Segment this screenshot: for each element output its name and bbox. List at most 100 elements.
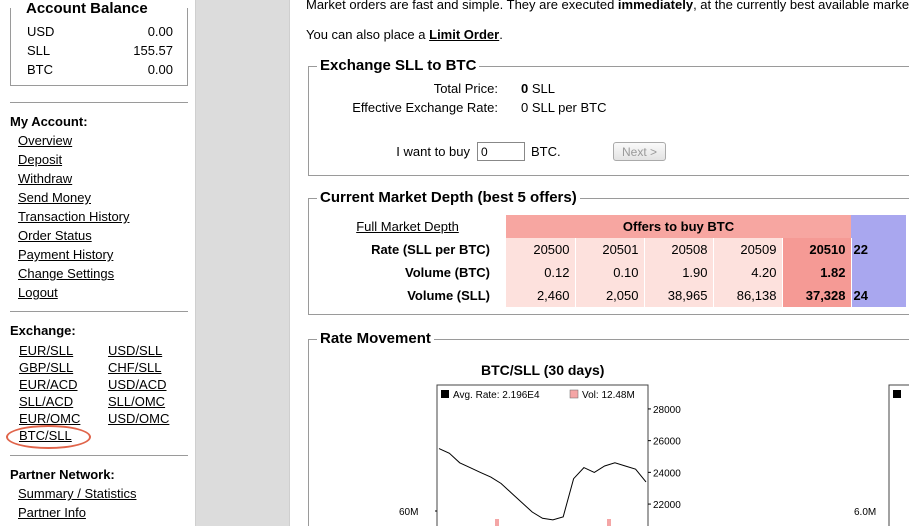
intro-text-part: You can also place a (306, 27, 430, 42)
depth-cell: 20500 (506, 238, 576, 261)
balance-amount: 0.00 (147, 62, 173, 77)
exchange-rate-value: 0 SLL per BTC (521, 100, 607, 115)
nav-summary-statistics[interactable]: Summary / Statistics (18, 486, 136, 501)
depth-cell: 1.90 (644, 261, 714, 284)
rate-movement-title: Rate Movement (317, 330, 434, 347)
my-account-heading: My Account: (10, 114, 88, 129)
nav-payment-history[interactable]: Payment History (18, 247, 113, 262)
y-tick-label: 28000 (653, 405, 681, 416)
row-label: Rate (SLL per BTC) (371, 242, 490, 257)
bid-cell: 24 (851, 284, 906, 307)
table-row: Full Market Depth Offers to buy BTC (309, 215, 906, 238)
y-tick-label: 22000 (653, 500, 681, 511)
nav-overview[interactable]: Overview (18, 133, 72, 148)
legend-rate-label: Avg. Rate: 2.196E4 (453, 390, 540, 401)
full-market-depth-link[interactable]: Full Market Depth (309, 215, 506, 238)
market-depth-table: Full Market Depth Offers to buy BTC Rate… (309, 215, 906, 307)
row-label: Volume (SLL) (407, 288, 490, 303)
pair-sll-omc[interactable]: SLL/OMC (108, 394, 165, 409)
depth-cell-best: 37,328 (782, 284, 852, 307)
highlight-ring (6, 425, 91, 449)
nav-withdraw[interactable]: Withdraw (18, 171, 72, 186)
nav-order-status[interactable]: Order Status (18, 228, 92, 243)
offers-to-buy-header: Offers to buy BTC (506, 215, 851, 238)
total-price-value: 0 SLL (521, 81, 555, 96)
main-content: Market orders are fast and simple. They … (289, 0, 909, 526)
exchange-form-box: Exchange SLL to BTC Total Price: 0 SLL E… (308, 57, 909, 176)
balance-currency: SLL (27, 43, 51, 58)
partner-network-heading: Partner Network: (10, 467, 115, 482)
depth-cell: 0.12 (506, 261, 576, 284)
depth-cell: 20501 (575, 238, 645, 261)
limit-order-text: You can also place a Limit Order. (306, 27, 503, 42)
table-row: Volume (BTC) 0.12 0.10 1.90 4.20 1.82 (309, 261, 906, 284)
nav-change-settings[interactable]: Change Settings (18, 266, 114, 281)
pair-eur-omc[interactable]: EUR/OMC (19, 411, 80, 426)
volume-bar (607, 519, 611, 526)
row-label: Volume (BTC) (405, 265, 490, 280)
chart-title: BTC/SLL (30 days) (481, 362, 605, 378)
nav-deposit[interactable]: Deposit (18, 152, 62, 167)
table-row: Rate (SLL per BTC) 20500 20501 20508 205… (309, 238, 906, 261)
nav-send-money[interactable]: Send Money (18, 190, 91, 205)
buy-amount-label: I want to buy (396, 144, 470, 159)
intro-text: Market orders are fast and simple. They … (306, 0, 909, 12)
depth-cell: 2,460 (506, 284, 576, 307)
y-tick-label: 26000 (653, 437, 681, 448)
market-depth-box: Current Market Depth (best 5 offers) Ful… (308, 189, 909, 315)
intro-text-part: , at the currently best available market (693, 0, 909, 12)
account-balance-title: Account Balance (23, 0, 151, 17)
divider (10, 102, 188, 103)
table-row: Volume (SLL) 2,460 2,050 38,965 86,138 3… (309, 284, 906, 307)
pair-sll-acd[interactable]: SLL/ACD (19, 394, 73, 409)
depth-cell: 38,965 (644, 284, 714, 307)
total-price-label: Total Price: (433, 81, 498, 96)
next-button[interactable]: Next > (613, 142, 666, 161)
depth-cell: 4.20 (713, 261, 783, 284)
divider (10, 455, 188, 456)
depth-cell-best: 20510 (782, 238, 852, 261)
intro-text-part: . (499, 27, 503, 42)
pair-eur-acd[interactable]: EUR/ACD (19, 377, 78, 392)
exchange-heading: Exchange: (10, 323, 76, 338)
second-chart-partial: 6.0M (854, 384, 909, 526)
pair-eur-sll[interactable]: EUR/SLL (19, 343, 73, 358)
volume-tick-label: 6.0M (854, 507, 876, 518)
legend-rate-swatch (441, 390, 449, 398)
total-price-unit: SLL (528, 81, 555, 96)
balance-currency: BTC (27, 62, 53, 77)
pair-usd-omc[interactable]: USD/OMC (108, 411, 169, 426)
pair-usd-acd[interactable]: USD/ACD (108, 377, 167, 392)
legend-vol-label: Vol: 12.48M (582, 390, 635, 401)
nav-transaction-history[interactable]: Transaction History (18, 209, 130, 224)
pair-chf-sll[interactable]: CHF/SLL (108, 360, 161, 375)
intro-emphasis: immediately (617, 0, 694, 12)
sidebar: Account Balance USD 0.00 SLL 155.57 BTC … (0, 0, 196, 526)
depth-cell: 20508 (644, 238, 714, 261)
nav-partner-info[interactable]: Partner Info (18, 505, 86, 520)
limit-order-link[interactable]: Limit Order (429, 27, 499, 42)
volume-bar (495, 519, 499, 526)
buy-amount-unit: BTC. (531, 144, 561, 159)
pair-gbp-sll[interactable]: GBP/SLL (19, 360, 73, 375)
plot-area (436, 384, 649, 526)
balance-amount: 0.00 (147, 24, 173, 39)
legend-rate-swatch (893, 390, 901, 398)
depth-cell: 0.10 (575, 261, 645, 284)
buy-amount-input[interactable] (477, 142, 525, 161)
y-tick-label: 24000 (653, 468, 681, 479)
account-balance-box: Account Balance USD 0.00 SLL 155.57 BTC … (10, 0, 188, 86)
balance-amount: 155.57 (133, 43, 173, 58)
bid-column-header (851, 215, 906, 238)
exchange-rate-label: Effective Exchange Rate: (352, 100, 498, 115)
nav-logout[interactable]: Logout (18, 285, 58, 300)
depth-cell: 20509 (713, 238, 783, 261)
depth-cell: 2,050 (575, 284, 645, 307)
intro-text-part: Market orders are fast and simple. They … (306, 0, 618, 12)
market-depth-title: Current Market Depth (best 5 offers) (317, 189, 580, 206)
bid-cell (851, 261, 906, 284)
plot-area (888, 384, 909, 526)
balance-currency: USD (27, 24, 55, 39)
exchange-form-title: Exchange SLL to BTC (317, 57, 480, 74)
pair-usd-sll[interactable]: USD/SLL (108, 343, 162, 358)
